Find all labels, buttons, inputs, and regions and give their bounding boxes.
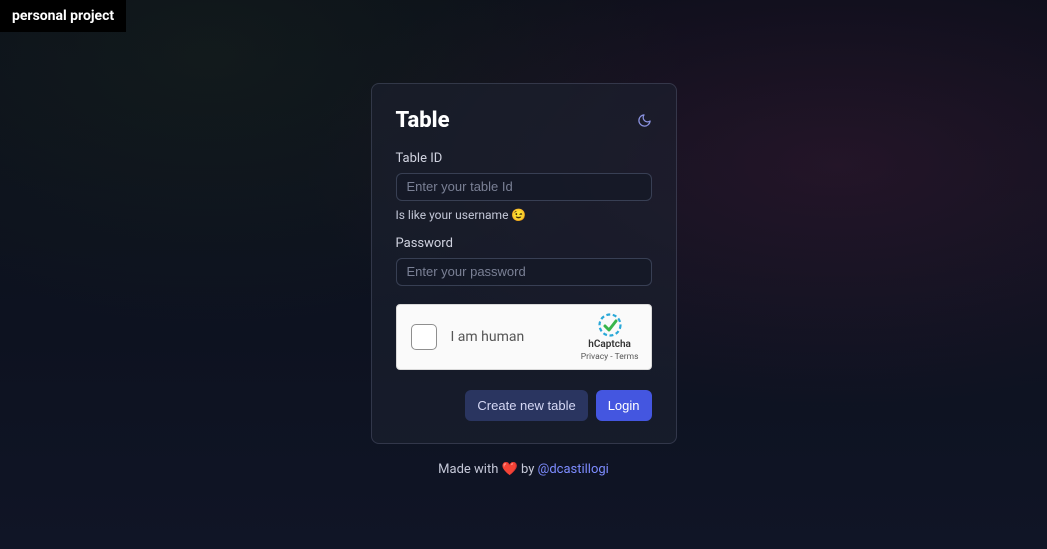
hcaptcha-widget: I am human hCaptcha Privacy - Terms (396, 304, 652, 370)
page-container: Table Table ID Is like your username 😉 P… (0, 0, 1047, 549)
theme-toggle-button[interactable] (637, 113, 652, 128)
hcaptcha-logo-icon (598, 313, 622, 337)
hcaptcha-checkbox[interactable] (411, 324, 437, 350)
create-new-table-button[interactable]: Create new table (465, 390, 587, 421)
project-badge-text: personal project (12, 8, 114, 24)
table-id-input[interactable] (396, 173, 652, 201)
heart-icon: ❤️ (502, 462, 518, 477)
footer: Made with ❤️ by @dcastillogi (438, 462, 609, 477)
login-card: Table Table ID Is like your username 😉 P… (371, 83, 677, 444)
hcaptcha-name: hCaptcha (588, 339, 631, 350)
hcaptcha-label: I am human (451, 329, 525, 345)
password-label: Password (396, 236, 652, 251)
hcaptcha-links: Privacy - Terms (581, 352, 639, 362)
author-link[interactable]: @dcastillogi (538, 462, 609, 477)
table-id-field: Table ID Is like your username 😉 (396, 151, 652, 222)
table-id-hint: Is like your username 😉 (396, 208, 652, 222)
hcaptcha-privacy-link[interactable]: Privacy (581, 352, 608, 362)
login-button[interactable]: Login (596, 390, 652, 421)
hcaptcha-brand: hCaptcha Privacy - Terms (581, 313, 639, 362)
password-field: Password (396, 236, 652, 286)
password-input[interactable] (396, 258, 652, 286)
moon-icon (637, 113, 652, 128)
hcaptcha-terms-link[interactable]: Terms (615, 352, 639, 362)
card-title: Table (396, 108, 450, 133)
footer-prefix: Made with (438, 462, 501, 477)
card-header: Table (396, 108, 652, 133)
footer-by: by (518, 462, 538, 477)
table-id-label: Table ID (396, 151, 652, 166)
project-badge: personal project (0, 0, 126, 32)
actions-row: Create new table Login (396, 390, 652, 421)
